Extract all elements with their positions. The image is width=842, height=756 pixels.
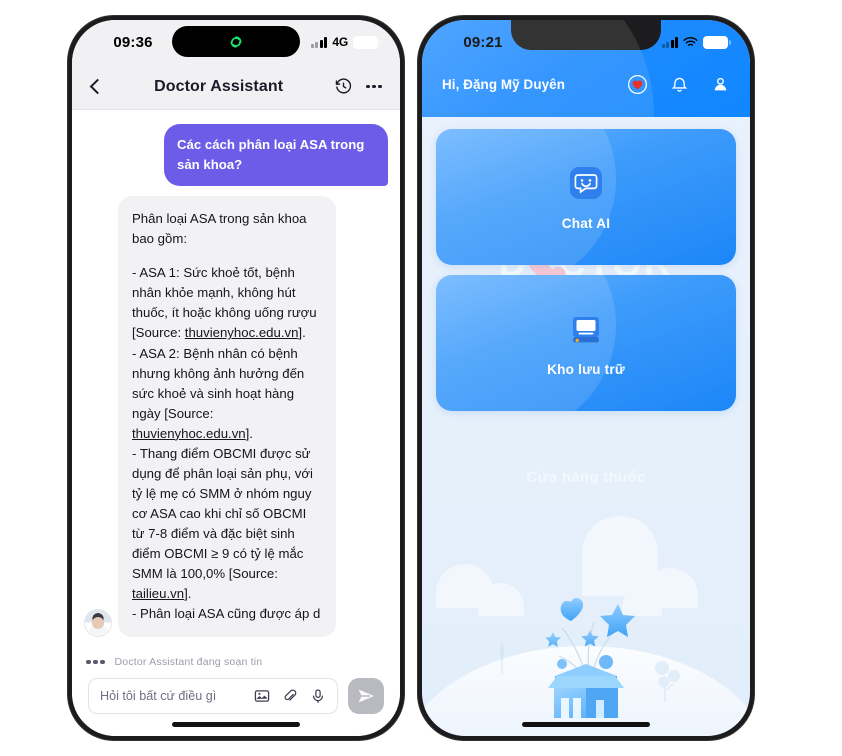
paperclip-icon[interactable]	[282, 688, 298, 704]
image-attach-icon[interactable]	[254, 688, 270, 704]
send-button[interactable]	[348, 678, 384, 714]
card-label: Kho lưu trữ	[547, 361, 625, 377]
wifi-icon	[683, 36, 698, 48]
more-options-icon[interactable]	[366, 84, 382, 89]
status-time: 09:21	[463, 33, 503, 51]
dynamic-island	[172, 26, 300, 57]
message-input-wrapper[interactable]: Hỏi tôi bất cứ điều gì	[88, 678, 338, 714]
status-bar-right: 09:21 96	[422, 20, 750, 64]
chat-navigation-bar: Doctor Assistant	[72, 64, 400, 110]
profile-person-icon[interactable]	[711, 75, 730, 94]
battery-indicator: 94	[353, 35, 381, 49]
typing-status-text: Doctor Assistant đang soạn tin	[114, 656, 263, 668]
cellular-bars-icon	[310, 36, 328, 48]
recording-indicator-icon	[226, 32, 246, 52]
home-header: 09:21 96 Hi, Đặng Mỹ Duyên	[422, 20, 750, 117]
message-row-assistant: Phân loại ASA trong sản khoa bao gồm: - …	[84, 196, 388, 638]
network-type-label: 4G	[332, 35, 348, 49]
home-indicator-left	[172, 722, 300, 727]
source-link-2[interactable]: thuvienyhoc.edu.vn	[132, 426, 246, 441]
message-row-user: Các cách phân loại ASA trong sản khoa?	[84, 124, 388, 187]
home-screen: 09:21 96 Hi, Đặng Mỹ Duyên Chat AI Kho l…	[422, 20, 750, 736]
assistant-line-3: - Thang điểm OBCMI được sử dụng để phân …	[132, 445, 313, 602]
source-link-1[interactable]: thuvienyhoc.edu.vn	[185, 325, 299, 340]
doctor-avatar	[84, 609, 112, 638]
assistant-line-4: - Phân loại ASA cũng được áp d	[132, 606, 321, 622]
greeting-text: Hi, Đặng Mỹ Duyên	[442, 77, 565, 92]
status-time: 09:36	[113, 33, 153, 51]
storage-monitor-icon	[566, 310, 606, 350]
card-label: Chat AI	[561, 215, 611, 231]
battery-indicator: 96	[703, 35, 731, 49]
typing-indicator: Doctor Assistant đang soạn tin	[72, 650, 400, 668]
card-chat-ai[interactable]: Chat AI	[436, 129, 736, 265]
heart-circle-icon[interactable]	[627, 74, 648, 95]
quick-action-cards: DCTOR ASSISTANT Chat AI	[422, 117, 750, 421]
chat-message-list[interactable]: Các cách phân loại ASA trong sản khoa? P…	[72, 110, 400, 650]
status-indicators: 4G 94	[310, 35, 381, 49]
home-indicator-right	[522, 722, 650, 727]
phone-right: 09:21 96 Hi, Đặng Mỹ Duyên Chat AI Kho l…	[418, 16, 754, 740]
typing-dots-icon	[86, 659, 105, 665]
assistant-line-1: - ASA 1: Sức khoẻ tốt, bệnh nhân khỏe mạ…	[132, 265, 317, 341]
page-title: Doctor Assistant	[154, 77, 284, 95]
user-message-bubble[interactable]: Các cách phân loại ASA trong sản khoa?	[164, 124, 388, 187]
card-storage[interactable]: Kho lưu trữ	[436, 275, 736, 411]
microphone-icon[interactable]	[310, 688, 326, 704]
assistant-message-bubble[interactable]: Phân loại ASA trong sản khoa bao gồm: - …	[118, 196, 336, 638]
assistant-line-2: - ASA 2: Bệnh nhân có bệnh nhưng không ả…	[132, 345, 305, 441]
notification-bell-icon[interactable]	[670, 75, 689, 94]
message-composer: Hỏi tôi bất cứ điều gì	[72, 668, 400, 714]
back-chevron-icon[interactable]	[89, 78, 106, 95]
status-indicators: 96	[661, 35, 731, 49]
search-input[interactable]: Hỏi tôi bất cứ điều gì	[100, 689, 254, 703]
cellular-bars-icon	[661, 36, 678, 48]
empty-state-illustration: Cửa hàng thuốc	[422, 421, 750, 736]
chat-screen: 09:36 4G 94 Doctor Assistant Các cách ph…	[72, 20, 400, 736]
notch	[511, 20, 661, 50]
phone-left: 09:36 4G 94 Doctor Assistant Các cách ph…	[68, 16, 404, 740]
history-clock-icon[interactable]	[334, 77, 353, 96]
status-bar-left: 09:36 4G 94	[72, 20, 400, 64]
chat-ai-icon	[566, 164, 606, 204]
source-link-3[interactable]: tailieu.vn	[132, 586, 184, 601]
assistant-intro: Phân loại ASA trong sản khoa bao gồm:	[132, 211, 307, 247]
illustration-caption: Cửa hàng thuốc	[526, 469, 646, 486]
